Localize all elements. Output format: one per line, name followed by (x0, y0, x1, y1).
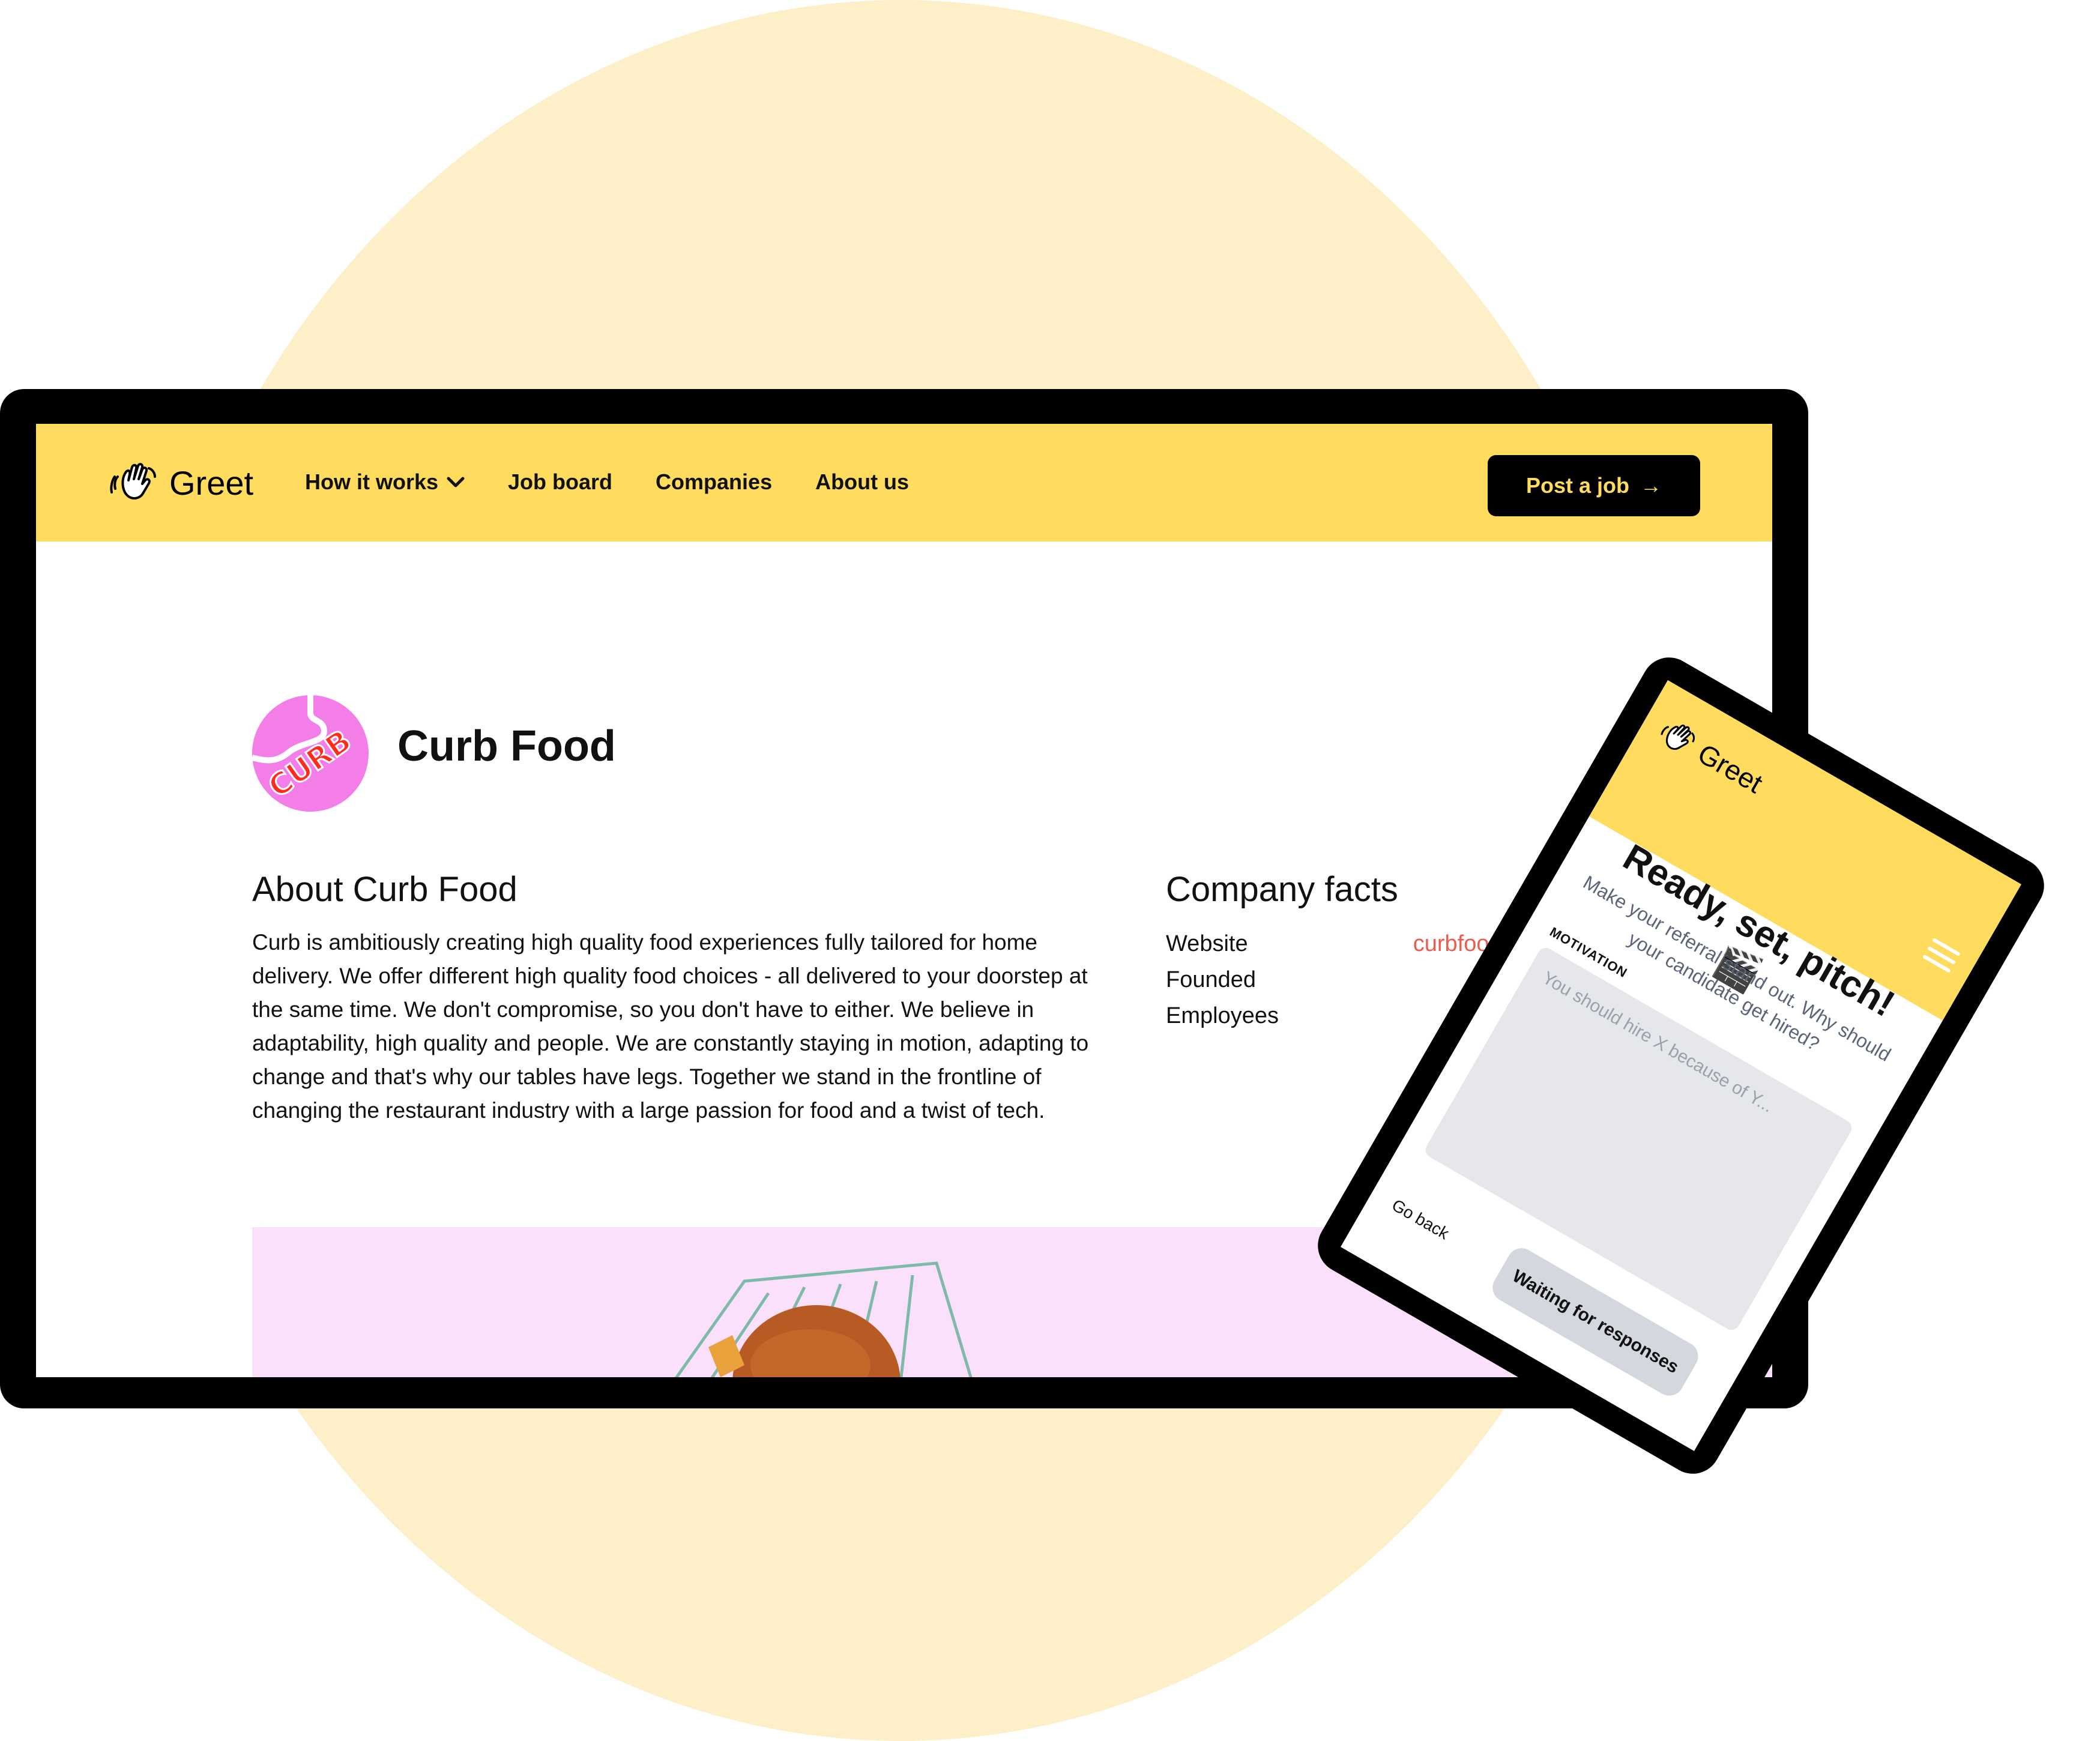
top-navigation: Greet How it works Job board Companies A… (36, 424, 1772, 542)
nav-about-us[interactable]: About us (815, 469, 909, 495)
go-back-link[interactable]: Go back (1389, 1195, 1452, 1243)
waving-hand-icon (110, 463, 156, 499)
nav-how-it-works[interactable]: How it works (305, 469, 465, 495)
nav-companies[interactable]: Companies (656, 469, 772, 495)
hamburger-menu-icon[interactable] (1922, 937, 1961, 974)
nav-how-it-works-label: How it works (305, 469, 439, 494)
about-title: About Curb Food (252, 870, 517, 909)
nav-job-board[interactable]: Job board (508, 469, 612, 495)
about-body: Curb is ambitiously creating high qualit… (252, 930, 1089, 1123)
post-job-button[interactable]: Post a job → (1488, 455, 1700, 516)
fact-label: Founded (1166, 967, 1257, 992)
tablet-brand-name: Greet (1692, 737, 1768, 800)
post-job-label: Post a job (1525, 473, 1630, 498)
brand-logo[interactable]: Greet (109, 459, 253, 507)
fact-label: Employees (1166, 1003, 1279, 1028)
brand-name: Greet (169, 463, 254, 502)
company-logo: CURB (252, 695, 369, 812)
tablet-brand-logo[interactable]: Greet (1650, 711, 1769, 801)
arrow-right-icon: → (1640, 473, 1662, 498)
fact-label: Website (1166, 931, 1248, 956)
company-name: Curb Food (397, 722, 616, 770)
nav-links: How it works Job board Companies About u… (305, 469, 952, 495)
waving-hand-icon (1661, 724, 1695, 750)
facts-title: Company facts (1166, 870, 1398, 909)
chevron-down-icon (447, 477, 465, 487)
